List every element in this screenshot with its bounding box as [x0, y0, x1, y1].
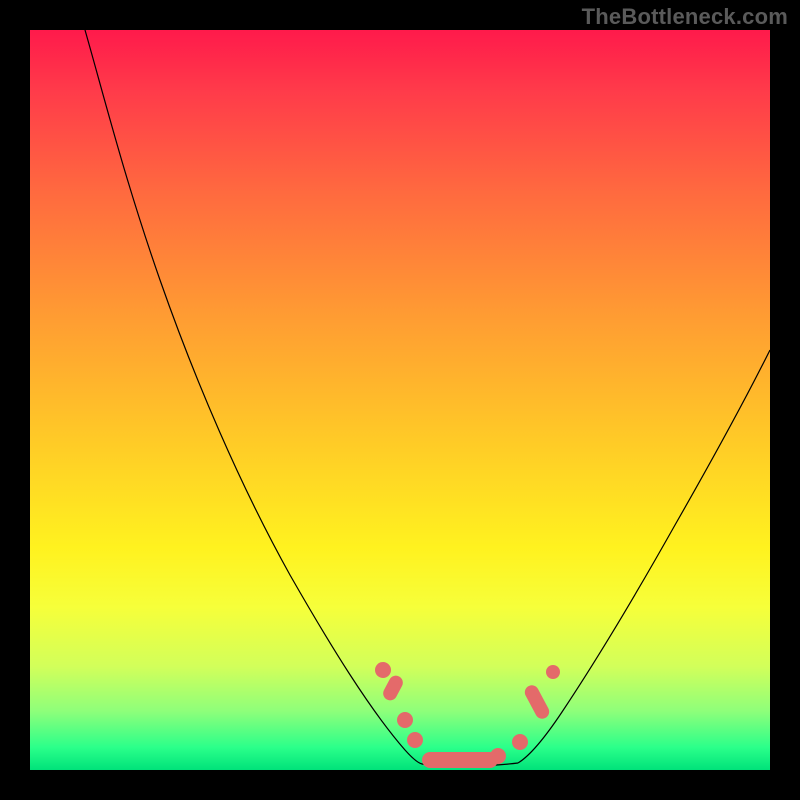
watermark-text: TheBottleneck.com	[582, 4, 788, 30]
marker-dot	[490, 748, 506, 764]
curve-svg	[30, 30, 770, 770]
marker-dot	[407, 732, 423, 748]
marker-dot	[512, 734, 528, 750]
chart-frame: TheBottleneck.com	[0, 0, 800, 800]
left-curve	[85, 30, 422, 764]
marker-dot	[397, 712, 413, 728]
plot-area	[30, 30, 770, 770]
marker-pill	[422, 752, 498, 768]
marker-dot	[546, 665, 560, 679]
marker-pill	[522, 683, 551, 721]
marker-dot	[375, 662, 391, 678]
right-curve	[518, 350, 770, 763]
